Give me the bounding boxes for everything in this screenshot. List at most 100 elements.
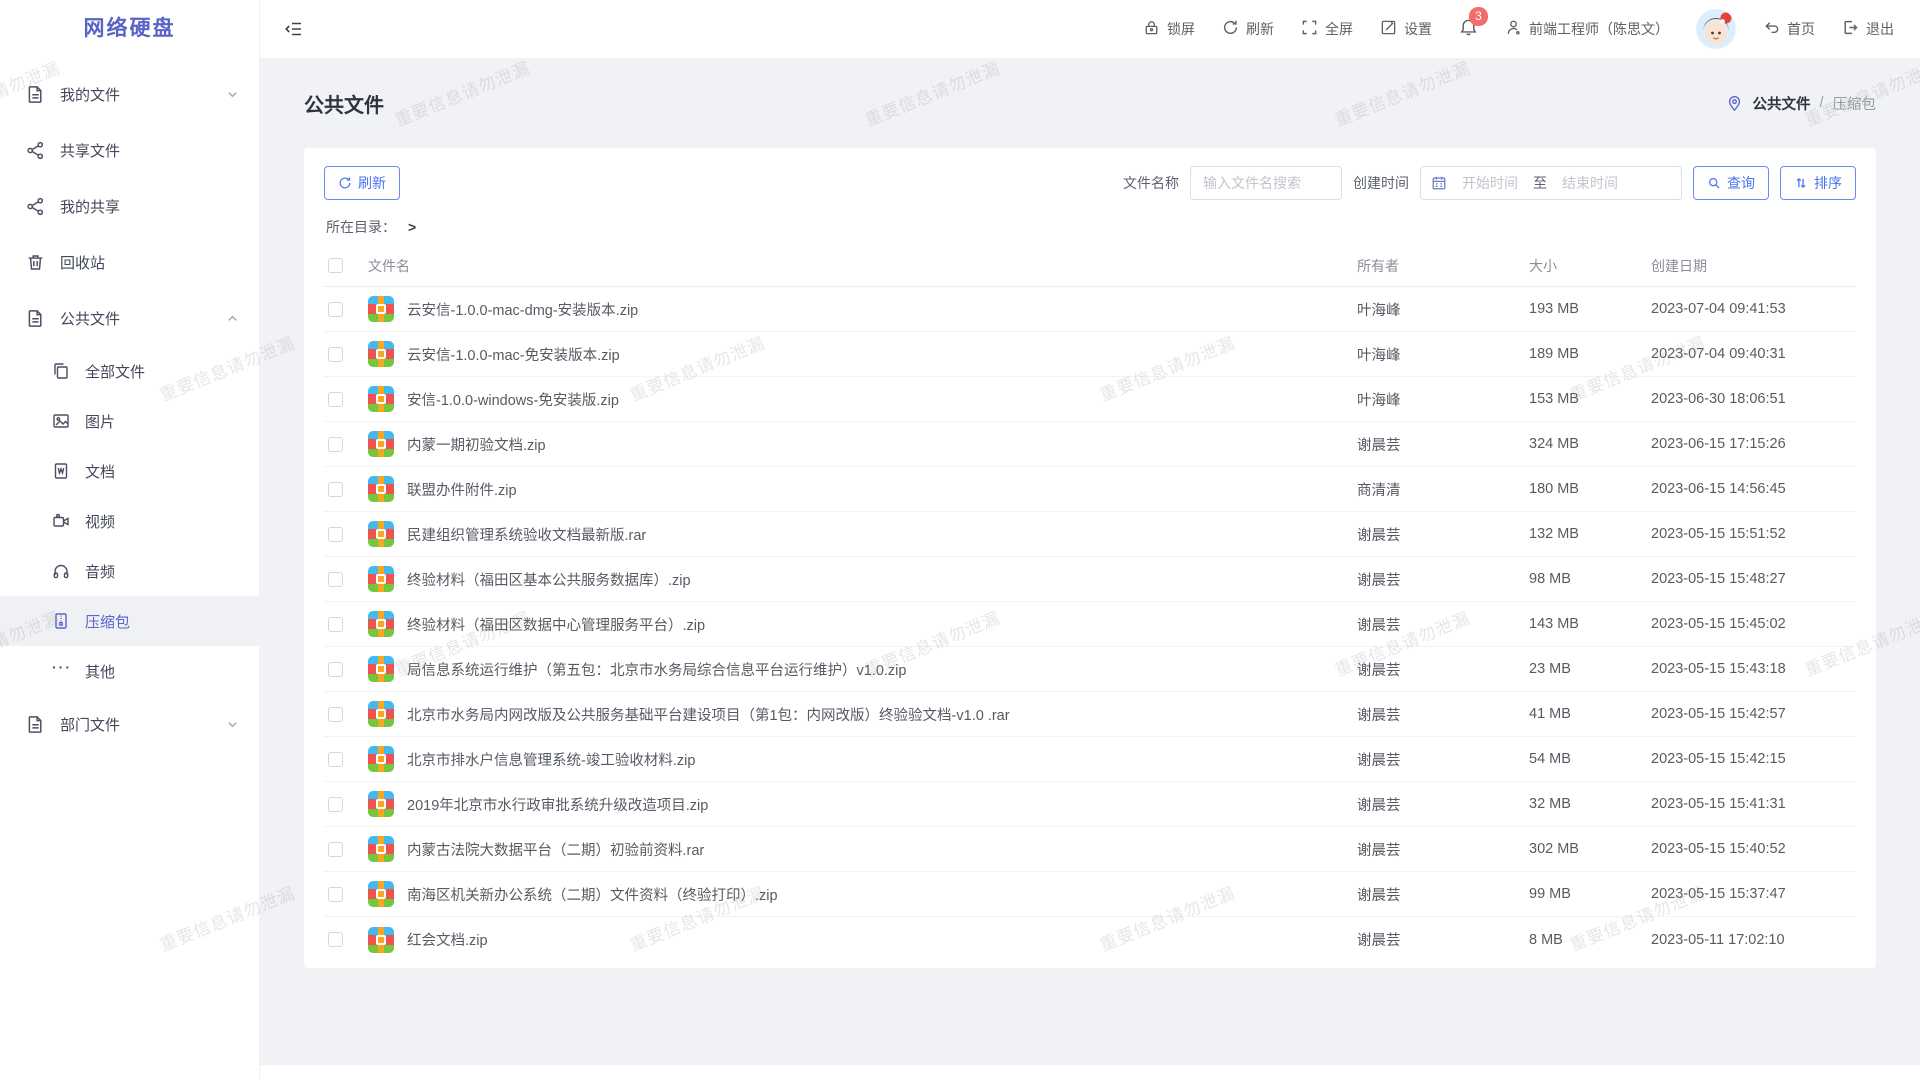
file-name[interactable]: 北京市水务局内网改版及公共服务基础平台建设项目（第1包：内网改版）终验验文档-v…	[407, 704, 1010, 725]
sidebar-item-label: 其他	[85, 661, 115, 682]
refresh-button[interactable]: 刷新	[1222, 19, 1274, 39]
file-name[interactable]: 云安信-1.0.0-mac-dmg-安装版本.zip	[407, 299, 638, 320]
fullscreen-button[interactable]: 全屏	[1301, 19, 1353, 39]
row-checkbox[interactable]	[328, 797, 343, 812]
table-row[interactable]: 北京市排水户信息管理系统-竣工验收材料.zip 谢晨芸 54 MB 2023-0…	[324, 737, 1856, 782]
zip-file-icon	[368, 296, 394, 322]
table-row[interactable]: 联盟办件附件.zip 商清清 180 MB 2023-06-15 14:56:4…	[324, 467, 1856, 512]
table-row[interactable]: 红会文档.zip 谢晨芸 8 MB 2023-05-11 17:02:10	[324, 917, 1856, 962]
file-name[interactable]: 终验材料（福田区数据中心管理服务平台）.zip	[407, 614, 705, 635]
horizontal-scrollbar[interactable]	[260, 1065, 1920, 1080]
top-header: 锁屏 刷新 全屏 设置 3	[260, 0, 1920, 58]
row-checkbox[interactable]	[328, 887, 343, 902]
row-checkbox[interactable]	[328, 392, 343, 407]
table-row[interactable]: 云安信-1.0.0-mac-免安装版本.zip 叶海峰 189 MB 2023-…	[324, 332, 1856, 377]
row-checkbox[interactable]	[328, 482, 343, 497]
sidebar-item-documents[interactable]: 文档	[0, 446, 259, 496]
breadcrumb-root[interactable]: 公共文件	[1752, 93, 1810, 114]
table-row[interactable]: 终验材料（福田区数据中心管理服务平台）.zip 谢晨芸 143 MB 2023-…	[324, 602, 1856, 647]
sidebar-item-all-files[interactable]: 全部文件	[0, 346, 259, 396]
table-row[interactable]: 南海区机关新办公系统（二期）文件资料（终验打印）.zip 谢晨芸 99 MB 2…	[324, 872, 1856, 917]
row-checkbox[interactable]	[328, 662, 343, 677]
row-checkbox[interactable]	[328, 572, 343, 587]
file-name[interactable]: 局信息系统运行维护（第五包：北京市水务局综合信息平台运行维护）v1.0.zip	[407, 659, 906, 680]
refresh-list-button[interactable]: 刷新	[324, 166, 400, 200]
row-checkbox[interactable]	[328, 527, 343, 542]
file-name[interactable]: 云安信-1.0.0-mac-免安装版本.zip	[407, 344, 620, 365]
file-name[interactable]: 红会文档.zip	[407, 929, 488, 950]
file-name[interactable]: 内蒙一期初验文档.zip	[407, 434, 546, 455]
current-directory-bar: 所在目录： >	[326, 217, 1854, 237]
file-size: 324 MB	[1529, 436, 1651, 452]
sidebar-item-images[interactable]: 图片	[0, 396, 259, 446]
sidebar-item-archives[interactable]: 压缩包	[0, 596, 259, 646]
file-name[interactable]: 终验材料（福田区基本公共服务数据库）.zip	[407, 569, 691, 590]
file-name[interactable]: 民建组织管理系统验收文档最新版.rar	[407, 524, 646, 545]
sidebar-item-my-shares[interactable]: 我的共享	[0, 178, 259, 234]
directory-root-separator[interactable]: >	[408, 219, 416, 235]
row-checkbox[interactable]	[328, 752, 343, 767]
row-checkbox[interactable]	[328, 707, 343, 722]
row-checkbox[interactable]	[328, 617, 343, 632]
sidebar-item-my-files[interactable]: 我的文件	[0, 66, 259, 122]
row-checkbox[interactable]	[328, 842, 343, 857]
file-size: 41 MB	[1529, 706, 1651, 722]
file-size: 180 MB	[1529, 481, 1651, 497]
row-checkbox[interactable]	[328, 437, 343, 452]
query-button[interactable]: 查询	[1693, 166, 1769, 200]
breadcrumb-separator: /	[1819, 95, 1823, 111]
sidebar-item-others[interactable]: ··· 其他	[0, 646, 259, 696]
end-date-input[interactable]	[1553, 175, 1627, 191]
table-row[interactable]: 安信-1.0.0-windows-免安装版.zip 叶海峰 153 MB 202…	[324, 377, 1856, 422]
document-icon	[26, 715, 45, 734]
row-checkbox[interactable]	[328, 932, 343, 947]
notifications-button[interactable]: 3	[1459, 18, 1478, 40]
file-name[interactable]: 联盟办件附件.zip	[407, 479, 517, 500]
row-checkbox[interactable]	[328, 302, 343, 317]
ellipsis-icon: ···	[52, 662, 70, 680]
file-date: 2023-06-15 14:56:45	[1651, 481, 1856, 497]
file-size: 193 MB	[1529, 301, 1651, 317]
sidebar-item-shared-files[interactable]: 共享文件	[0, 122, 259, 178]
table-row[interactable]: 云安信-1.0.0-mac-dmg-安装版本.zip 叶海峰 193 MB 20…	[324, 287, 1856, 332]
avatar[interactable]	[1696, 9, 1736, 49]
sidebar-item-audio[interactable]: 音频	[0, 546, 259, 596]
logout-button[interactable]: 退出	[1842, 19, 1894, 39]
table-row[interactable]: 2019年北京市水行政审批系统升级改造项目.zip 谢晨芸 32 MB 2023…	[324, 782, 1856, 827]
file-name[interactable]: 南海区机关新办公系统（二期）文件资料（终验打印）.zip	[407, 884, 778, 905]
date-range-picker[interactable]: 至	[1420, 166, 1682, 200]
sidebar-collapse-icon[interactable]	[284, 19, 304, 39]
settings-button[interactable]: 设置	[1380, 19, 1432, 39]
file-size: 98 MB	[1529, 571, 1651, 587]
file-name[interactable]: 安信-1.0.0-windows-免安装版.zip	[407, 389, 619, 410]
column-header-created: 创建日期	[1651, 256, 1856, 276]
header-actions: 锁屏 刷新 全屏 设置 3	[1143, 9, 1894, 49]
file-name[interactable]: 2019年北京市水行政审批系统升级改造项目.zip	[407, 794, 708, 815]
row-checkbox[interactable]	[328, 347, 343, 362]
filename-input[interactable]	[1190, 166, 1342, 200]
file-name[interactable]: 北京市排水户信息管理系统-竣工验收材料.zip	[407, 749, 695, 770]
table-row[interactable]: 局信息系统运行维护（第五包：北京市水务局综合信息平台运行维护）v1.0.zip …	[324, 647, 1856, 692]
app-root: 网络硬盘 我的文件 共享文件 我的共享	[0, 0, 1920, 1080]
sidebar-item-department-files[interactable]: 部门文件	[0, 696, 259, 752]
start-date-input[interactable]	[1453, 175, 1527, 191]
file-owner: 谢晨芸	[1357, 704, 1529, 725]
sort-button[interactable]: 排序	[1780, 166, 1856, 200]
table-row[interactable]: 内蒙古法院大数据平台（二期）初验前资料.rar 谢晨芸 302 MB 2023-…	[324, 827, 1856, 872]
home-button[interactable]: 首页	[1763, 19, 1815, 39]
select-all-checkbox[interactable]	[328, 258, 343, 273]
video-icon	[52, 512, 70, 530]
undo-arrow-icon	[1763, 19, 1780, 39]
chevron-down-icon	[226, 718, 239, 731]
table-row[interactable]: 北京市水务局内网改版及公共服务基础平台建设项目（第1包：内网改版）终验验文档-v…	[324, 692, 1856, 737]
sidebar-item-public-files[interactable]: 公共文件	[0, 290, 259, 346]
user-menu[interactable]: 前端工程师（陈思文）	[1505, 19, 1669, 39]
file-name[interactable]: 内蒙古法院大数据平台（二期）初验前资料.rar	[407, 839, 704, 860]
file-date: 2023-05-15 15:42:15	[1651, 751, 1856, 767]
table-row[interactable]: 内蒙一期初验文档.zip 谢晨芸 324 MB 2023-06-15 17:15…	[324, 422, 1856, 467]
lock-screen-button[interactable]: 锁屏	[1143, 19, 1195, 39]
sidebar-item-videos[interactable]: 视频	[0, 496, 259, 546]
table-row[interactable]: 终验材料（福田区基本公共服务数据库）.zip 谢晨芸 98 MB 2023-05…	[324, 557, 1856, 602]
sidebar-item-recycle-bin[interactable]: 回收站	[0, 234, 259, 290]
table-row[interactable]: 民建组织管理系统验收文档最新版.rar 谢晨芸 132 MB 2023-05-1…	[324, 512, 1856, 557]
